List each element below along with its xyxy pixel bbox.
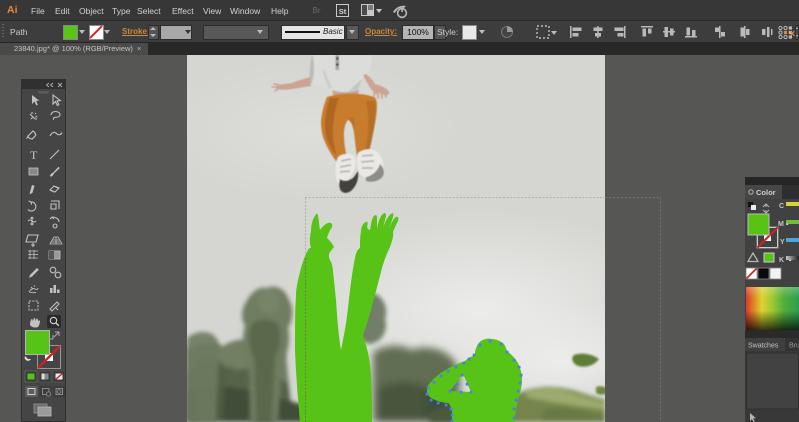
svg-text:x: x — [790, 28, 795, 38]
svg-text:C: C — [779, 203, 784, 210]
svg-text:T: T — [30, 148, 38, 162]
svg-text:Y: Y — [780, 239, 785, 246]
svg-text:Bru: Bru — [789, 343, 799, 350]
svg-text:Color: Color — [756, 188, 776, 197]
svg-text:M: M — [778, 221, 784, 228]
svg-text:K: K — [779, 257, 784, 264]
svg-text:Swatches: Swatches — [748, 343, 779, 350]
